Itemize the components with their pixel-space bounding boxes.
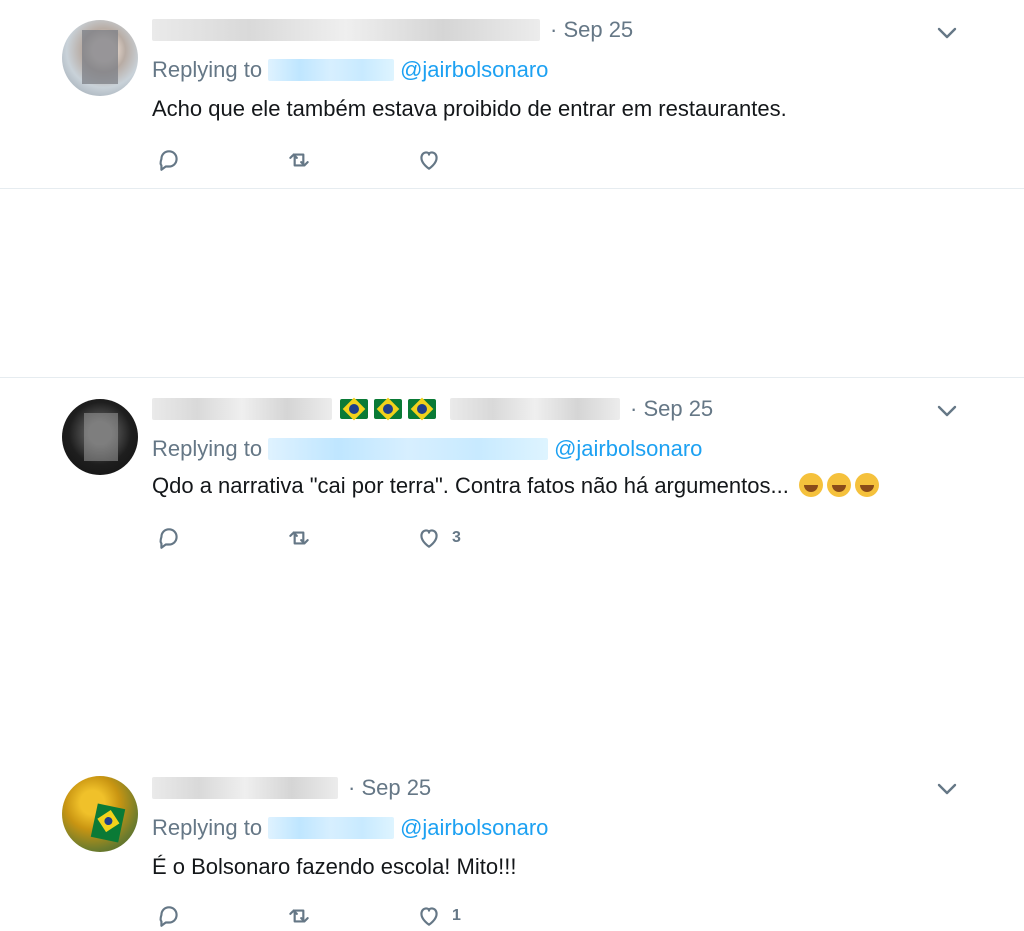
replying-to-label: Replying to: [152, 57, 263, 82]
replying-to: Replying to @jairbolsonaro: [152, 814, 548, 842]
retweet-icon: [289, 153, 309, 167]
tweet-date[interactable]: · Sep 25: [550, 17, 633, 43]
blurred-reply-handle[interactable]: [268, 817, 395, 839]
reply-button[interactable]: [156, 147, 286, 173]
tweet-menu-button[interactable]: [934, 776, 960, 802]
reply-button[interactable]: [156, 903, 286, 929]
tweet-menu-button[interactable]: [934, 20, 960, 46]
blurred-username: [152, 19, 540, 41]
heart-icon: [420, 151, 438, 170]
replying-to: Replying to @jairbolsonaro: [152, 56, 548, 84]
chevron-down-icon: [937, 783, 957, 795]
retweet-button[interactable]: [286, 903, 416, 929]
blurred-reply-handle[interactable]: [268, 59, 395, 81]
tweet-text: Acho que ele também estava proibido de e…: [152, 96, 787, 121]
tweet-date[interactable]: · Sep 25: [348, 775, 431, 801]
reply-handle-link[interactable]: @jairbolsonaro: [400, 57, 548, 83]
retweet-icon: [289, 909, 309, 923]
heart-icon: [420, 907, 438, 926]
blurred-username: [152, 777, 338, 799]
tweet-actions: 1: [156, 901, 546, 931]
tweet-1[interactable]: · Sep 25 Replying to @jairbolsonaro Acho…: [0, 0, 1024, 189]
like-button[interactable]: 1: [416, 903, 546, 929]
reply-icon: [159, 150, 178, 171]
chevron-down-icon: [937, 27, 957, 39]
tweet-header: · Sep 25: [152, 16, 633, 44]
avatar[interactable]: [62, 20, 138, 96]
tweet-3[interactable]: · Sep 25 Replying to @jairbolsonaro É o …: [0, 378, 1024, 927]
retweet-button[interactable]: [286, 147, 416, 173]
tweet-text: É o Bolsonaro fazendo escola! Mito!!!: [152, 854, 517, 879]
reply-handle-link[interactable]: @jairbolsonaro: [400, 815, 548, 841]
reply-icon: [159, 906, 178, 927]
avatar[interactable]: [62, 776, 138, 852]
tweet-2[interactable]: · Sep 25 Replying to @jairbolsonaro Qdo …: [0, 189, 1024, 549]
like-button[interactable]: [416, 147, 546, 173]
tweet-actions: [156, 145, 546, 175]
like-count: 1: [452, 907, 461, 924]
tweet-header: · Sep 25: [152, 774, 431, 802]
replying-to-label: Replying to: [152, 815, 263, 840]
